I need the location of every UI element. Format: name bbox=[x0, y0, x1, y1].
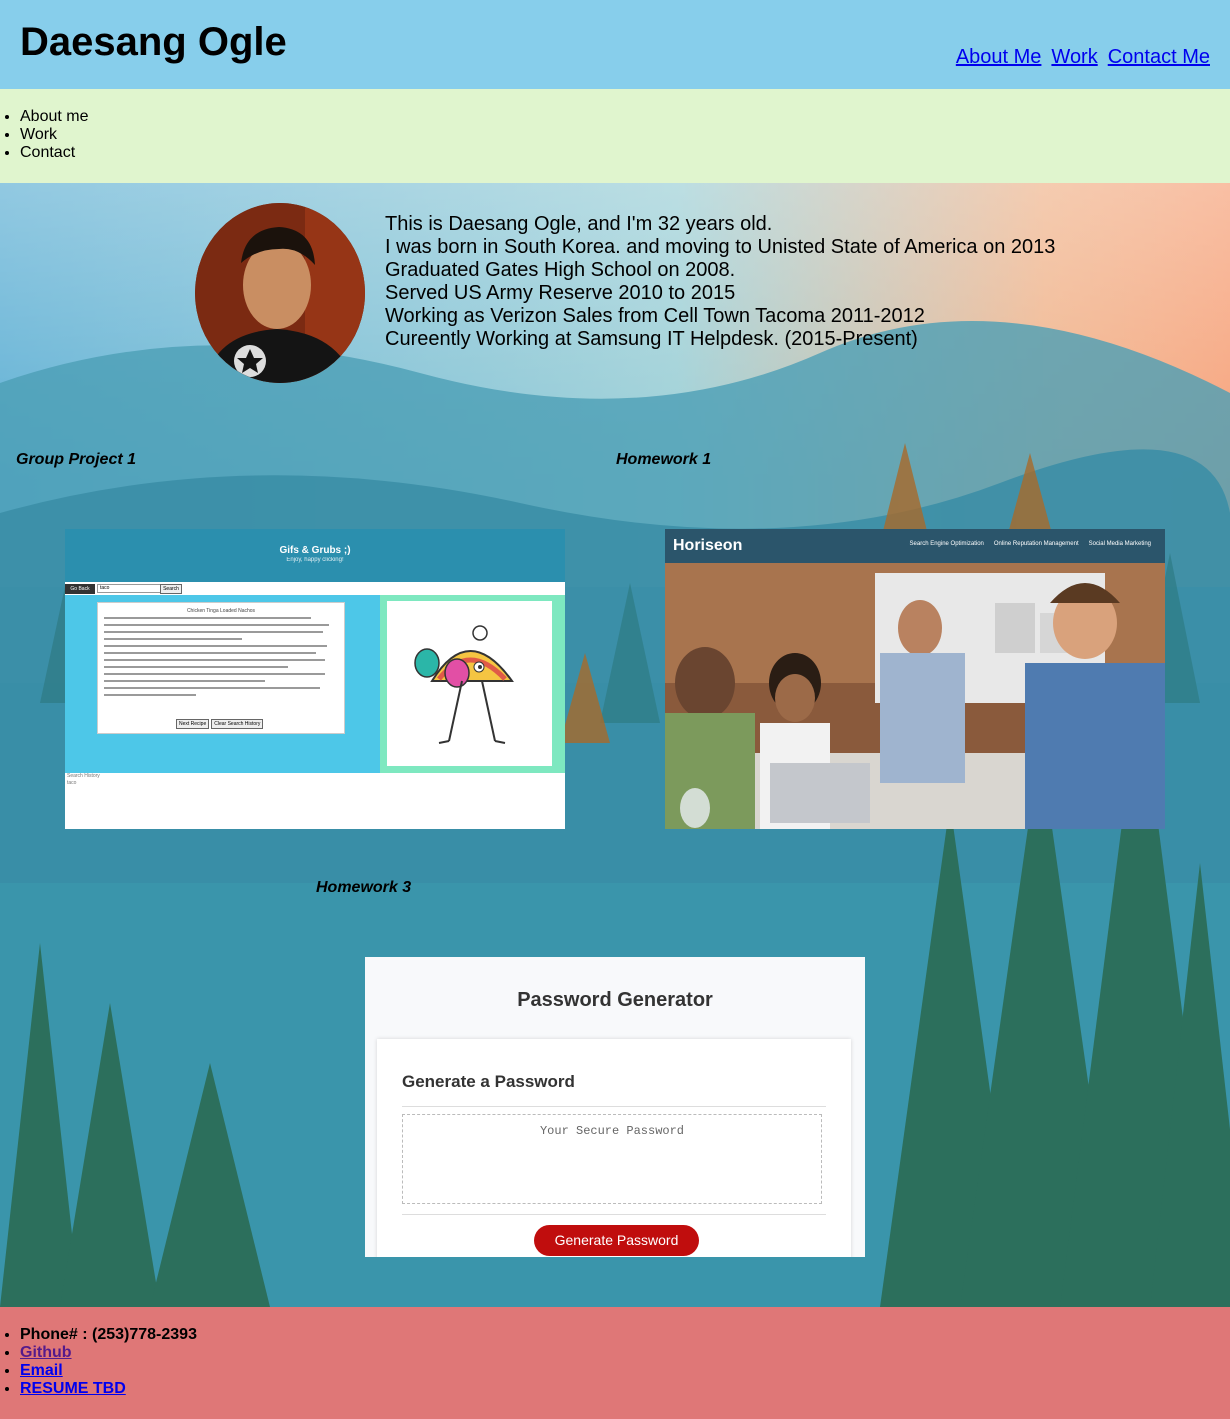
preview-search-history: Search History taco bbox=[65, 773, 565, 829]
project-preview-horiseon[interactable]: Horiseon Search Engine Optimization Onli… bbox=[665, 529, 1165, 829]
preview-clear-history-button: Clear Search History bbox=[211, 719, 264, 729]
preview-taco-gif bbox=[387, 601, 552, 766]
phone-number: Phone# : (253)778-2393 bbox=[20, 1326, 197, 1344]
github-link[interactable]: Github bbox=[20, 1344, 72, 1361]
preview-recipe-panel: Chicken Tinga Loaded Nachos Next Recipe … bbox=[65, 595, 380, 773]
preview-recipe-buttons: Next Recipe Clear Search History bbox=[176, 719, 264, 729]
preview-title: Gifs & Grubs ;) bbox=[279, 545, 351, 556]
preview-search-button: Search bbox=[160, 584, 182, 594]
preview-recipe-card: Chicken Tinga Loaded Nachos Next Recipe … bbox=[97, 602, 345, 734]
divider bbox=[402, 1214, 826, 1215]
bio-line: Working as Verizon Sales from Cell Town … bbox=[385, 305, 925, 327]
bio-line: Served US Army Reserve 2010 to 2015 bbox=[385, 282, 736, 304]
preview-gif-panel bbox=[380, 595, 565, 773]
preview-card: Generate a Password Your Secure Password… bbox=[377, 1039, 851, 1257]
footer-item-resume: RESUME TBD bbox=[20, 1380, 197, 1398]
preview-nav: Search Engine Optimization Online Reputa… bbox=[910, 541, 1151, 547]
project-preview-gifs-grubs[interactable]: Gifs & Grubs ;) Enjoy, happy clicking! G… bbox=[65, 529, 565, 829]
bio-line: This is Daesang Ogle, and I'm 32 years o… bbox=[385, 213, 773, 235]
preview-search-bar: Go Back taco Search bbox=[65, 582, 565, 595]
resume-link[interactable]: RESUME TBD bbox=[20, 1380, 126, 1397]
preview-recipe-text bbox=[104, 617, 334, 701]
site-title: Daesang Ogle bbox=[20, 20, 287, 64]
bio-line: Cureently Working at Samsung IT Helpdesk… bbox=[385, 328, 918, 350]
email-link[interactable]: Email bbox=[20, 1362, 63, 1379]
nav-link-about-me[interactable]: About Me bbox=[956, 44, 1042, 70]
bio-line: I was born in South Korea. and moving to… bbox=[385, 236, 1056, 258]
preview-history-item: taco bbox=[67, 780, 77, 786]
project-label-homework-1: Homework 1 bbox=[616, 451, 712, 468]
preview-logo: Horiseon bbox=[673, 537, 743, 554]
preview-recipe-title: Chicken Tinga Loaded Nachos bbox=[186, 608, 256, 614]
preview-back-button: Go Back bbox=[65, 584, 95, 594]
preview-next-recipe-button: Next Recipe bbox=[176, 719, 210, 729]
preview-title: Password Generator bbox=[517, 989, 713, 1011]
project-label-homework-3: Homework 3 bbox=[316, 879, 412, 896]
section-item-about: About me bbox=[20, 108, 88, 126]
section-item-work: Work bbox=[20, 126, 88, 144]
footer-item-email: Email bbox=[20, 1362, 197, 1380]
preview-generate-button: Generate Password bbox=[534, 1225, 699, 1256]
preview-card-title: Generate a Password bbox=[402, 1072, 575, 1091]
preview-nav-item: Search Engine Optimization bbox=[909, 541, 984, 547]
preview-team-photo bbox=[665, 563, 1165, 829]
divider bbox=[402, 1106, 826, 1107]
contact-footer: Phone# : (253)778-2393 Github Email RESU… bbox=[0, 1307, 1230, 1419]
profile-photo bbox=[195, 203, 365, 383]
section-list: About me Work Contact bbox=[0, 89, 1230, 183]
top-nav: About Me Work Contact Me bbox=[956, 44, 1210, 70]
preview-nav-item: Social Media Marketing bbox=[1088, 541, 1151, 547]
preview-header: Gifs & Grubs ;) Enjoy, happy clicking! bbox=[65, 529, 565, 582]
preview-search-input: taco bbox=[97, 584, 161, 593]
site-header: Daesang Ogle About Me Work Contact Me bbox=[0, 0, 1230, 89]
section-item-contact: Contact bbox=[20, 144, 88, 162]
bio-line: Graduated Gates High School on 2008. bbox=[385, 259, 736, 281]
project-preview-password-generator[interactable]: Password Generator Generate a Password Y… bbox=[365, 957, 865, 1257]
preview-history-title: Search History bbox=[67, 773, 100, 779]
preview-subtitle: Enjoy, happy clicking! bbox=[286, 557, 344, 563]
project-label-group-project-1: Group Project 1 bbox=[16, 451, 137, 468]
bio-text: This is Daesang Ogle, and I'm 32 years o… bbox=[385, 213, 1055, 351]
footer-item-github: Github bbox=[20, 1344, 197, 1362]
nav-link-work[interactable]: Work bbox=[1051, 44, 1097, 70]
preview-nav-item: Online Reputation Management bbox=[993, 541, 1079, 547]
preview-header: Horiseon Search Engine Optimization Onli… bbox=[665, 529, 1165, 563]
preview-password-field: Your Secure Password bbox=[402, 1114, 822, 1204]
main-content: This is Daesang Ogle, and I'm 32 years o… bbox=[0, 183, 1230, 1307]
nav-link-contact-me[interactable]: Contact Me bbox=[1108, 44, 1210, 70]
